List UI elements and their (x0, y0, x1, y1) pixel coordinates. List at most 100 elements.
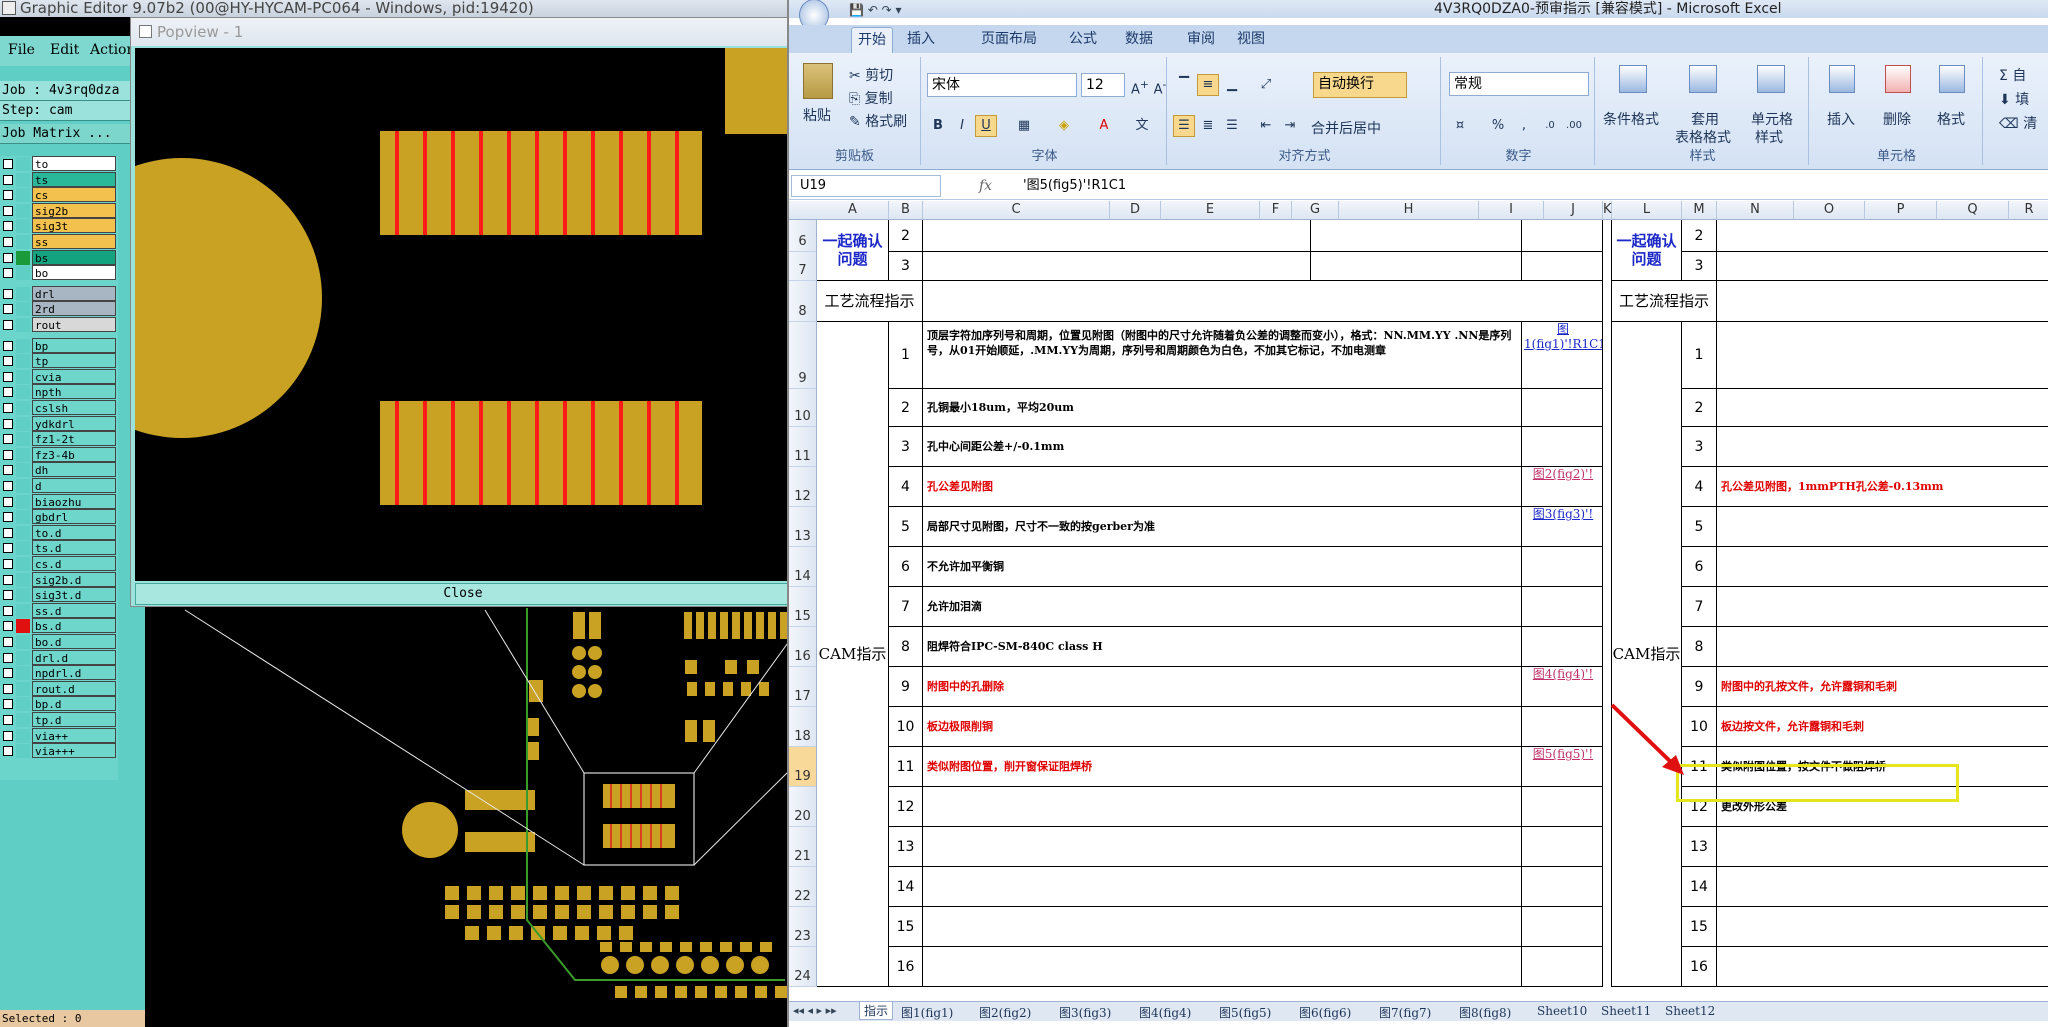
column-header[interactable]: A (817, 201, 889, 220)
layer-row[interactable]: fz1-2t (0, 431, 118, 447)
row-header[interactable]: 22 (789, 867, 817, 907)
confirm-number-cell[interactable]: 3 (889, 252, 923, 281)
table-format-button-1[interactable]: 套用 (1691, 109, 1719, 129)
layer-checkbox[interactable] (3, 527, 13, 538)
layer-checkbox[interactable] (3, 590, 13, 601)
item-text-cell[interactable] (1717, 627, 2048, 667)
item-text-cell[interactable] (1717, 547, 2048, 587)
layer-row[interactable]: ss.d (0, 602, 118, 619)
item-text-cell[interactable]: 板边极限削铜 (923, 707, 1522, 747)
layer-checkbox[interactable] (3, 434, 13, 445)
layer-checkbox[interactable] (3, 174, 13, 185)
job-matrix-button[interactable]: Job Matrix ... (0, 124, 140, 144)
layer-row[interactable]: sig2b.d (0, 571, 118, 588)
item-number-cell[interactable]: 6 (889, 547, 923, 587)
merge-center-button[interactable]: 合并后居中 (1311, 118, 1381, 138)
layer-row[interactable]: biaozhu (0, 493, 118, 510)
item-text-cell[interactable]: 附图中的孔删除 (923, 667, 1522, 707)
row-header[interactable]: 16 (789, 627, 817, 667)
layer-checkbox[interactable] (3, 699, 13, 710)
sheet-tab[interactable]: 指示 (859, 1002, 894, 1020)
blank-cell[interactable] (1311, 252, 1522, 281)
header-flow-cell[interactable]: 工艺流程指示 (817, 281, 923, 322)
worksheet-grid[interactable]: 6 7 8 9 10 11 12 13 14 15 16 17 18 19 20 21 22 23 24 一起确认问题… (789, 220, 2048, 1000)
layer-row[interactable]: bs.d (0, 618, 118, 634)
layer-row[interactable]: dh (0, 462, 118, 478)
header-confirm-cell[interactable]: 一起确认问题 (817, 220, 889, 281)
layer-checkbox[interactable] (3, 465, 13, 476)
conditional-format-button[interactable]: 条件格式 (1603, 109, 1659, 129)
menu-file[interactable]: File (8, 42, 35, 58)
item-number-cell[interactable]: 4 (1682, 467, 1717, 507)
item-text-cell[interactable]: 允许加泪滴 (923, 587, 1522, 627)
item-number-cell[interactable]: 8 (1682, 627, 1717, 667)
item-text-cell[interactable] (1717, 907, 2048, 947)
layer-row[interactable]: cvia (0, 368, 118, 385)
row-header[interactable]: 10 (789, 389, 817, 427)
function-icon[interactable]: fx (979, 175, 1009, 197)
layer-checkbox[interactable] (3, 715, 13, 725)
layer-row[interactable]: cslsh (0, 400, 118, 416)
autosum-button[interactable]: Σ 自 (1999, 65, 2026, 85)
row-header[interactable]: 18 (789, 707, 817, 747)
item-link-cell[interactable] (1522, 867, 1603, 907)
item-number-cell[interactable]: 2 (889, 389, 923, 427)
cell-style-button-2[interactable]: 样式 (1755, 127, 1783, 147)
layer-checkbox[interactable] (3, 268, 13, 279)
layer-row[interactable]: tp (0, 353, 118, 369)
formula-input[interactable]: '图5(fig5)'!R1C1 (1017, 175, 2047, 197)
row-header[interactable]: 20 (789, 787, 817, 827)
insert-button[interactable]: 插入 (1827, 109, 1855, 129)
column-header[interactable]: G (1292, 201, 1339, 220)
align-center-icon[interactable]: ≣ (1197, 115, 1219, 137)
layer-row[interactable]: bo.d (0, 634, 118, 650)
layer-checkbox[interactable] (3, 418, 13, 429)
item-number-cell[interactable]: 3 (889, 427, 923, 467)
layer-checkbox[interactable] (3, 481, 13, 491)
item-link-cell[interactable] (1522, 787, 1603, 827)
confirm-number-cell[interactable]: 2 (1682, 220, 1717, 252)
sheet-tab[interactable]: 图2(fig2) (979, 1004, 1031, 1021)
ribbon-tab[interactable]: 审阅 (1181, 27, 1221, 53)
item-link-cell[interactable]: 图4(fig4)'! (1522, 667, 1603, 707)
layer-row[interactable]: fz3-4b (0, 446, 118, 463)
item-number-cell[interactable]: 5 (889, 507, 923, 547)
item-text-cell[interactable]: 类似附图位置，削开窗保证阻焊桥 (923, 747, 1522, 787)
ribbon-tab[interactable]: 视图 (1231, 27, 1271, 53)
layer-checkbox[interactable] (3, 288, 13, 299)
layer-checkbox[interactable] (3, 512, 13, 523)
increase-decimal-icon[interactable]: .0 (1539, 115, 1561, 137)
item-text-cell[interactable] (1717, 947, 2048, 987)
layer-row[interactable]: bp (0, 337, 118, 354)
column-header[interactable]: I (1479, 201, 1544, 220)
item-text-cell[interactable]: 孔公差见附图 (923, 467, 1522, 507)
item-number-cell[interactable]: 5 (1682, 507, 1717, 547)
row-header[interactable]: 14 (789, 547, 817, 587)
item-number-cell[interactable]: 12 (889, 787, 923, 827)
layer-row[interactable]: bo (0, 265, 118, 281)
layer-checkbox[interactable] (3, 356, 13, 367)
borders-icon[interactable]: ▦ (1013, 115, 1035, 137)
ribbon-tab[interactable]: 开始 (851, 27, 893, 53)
clear-button[interactable]: ⌫ 清 (1999, 113, 2037, 133)
font-color-icon[interactable]: A (1093, 115, 1115, 137)
blank-cell[interactable] (1522, 220, 1603, 252)
item-text-cell[interactable] (1717, 322, 2048, 389)
align-right-icon[interactable]: ☰ (1221, 115, 1243, 137)
item-link-cell[interactable]: 图1(fig1)'!R1C1 (1522, 322, 1603, 389)
layer-row[interactable]: gbdrl (0, 509, 118, 525)
item-number-cell[interactable]: 6 (1682, 547, 1717, 587)
italic-icon[interactable]: I (951, 115, 973, 137)
popview-close-button[interactable]: Close (135, 583, 791, 605)
item-text-cell[interactable] (1717, 427, 2048, 467)
item-number-cell[interactable]: 14 (889, 867, 923, 907)
column-header[interactable]: O (1794, 201, 1865, 220)
layer-checkbox[interactable] (3, 449, 13, 460)
font-name-select[interactable]: 宋体 (927, 73, 1077, 97)
sheet-tab[interactable]: 图4(fig4) (1139, 1004, 1191, 1021)
sheet-tab[interactable]: Sheet11 (1601, 1004, 1651, 1018)
item-text-cell[interactable] (923, 947, 1522, 987)
layer-row[interactable]: d (0, 478, 118, 494)
row-header[interactable]: 24 (789, 947, 817, 987)
orientation-icon[interactable]: ⤢ (1255, 74, 1277, 96)
